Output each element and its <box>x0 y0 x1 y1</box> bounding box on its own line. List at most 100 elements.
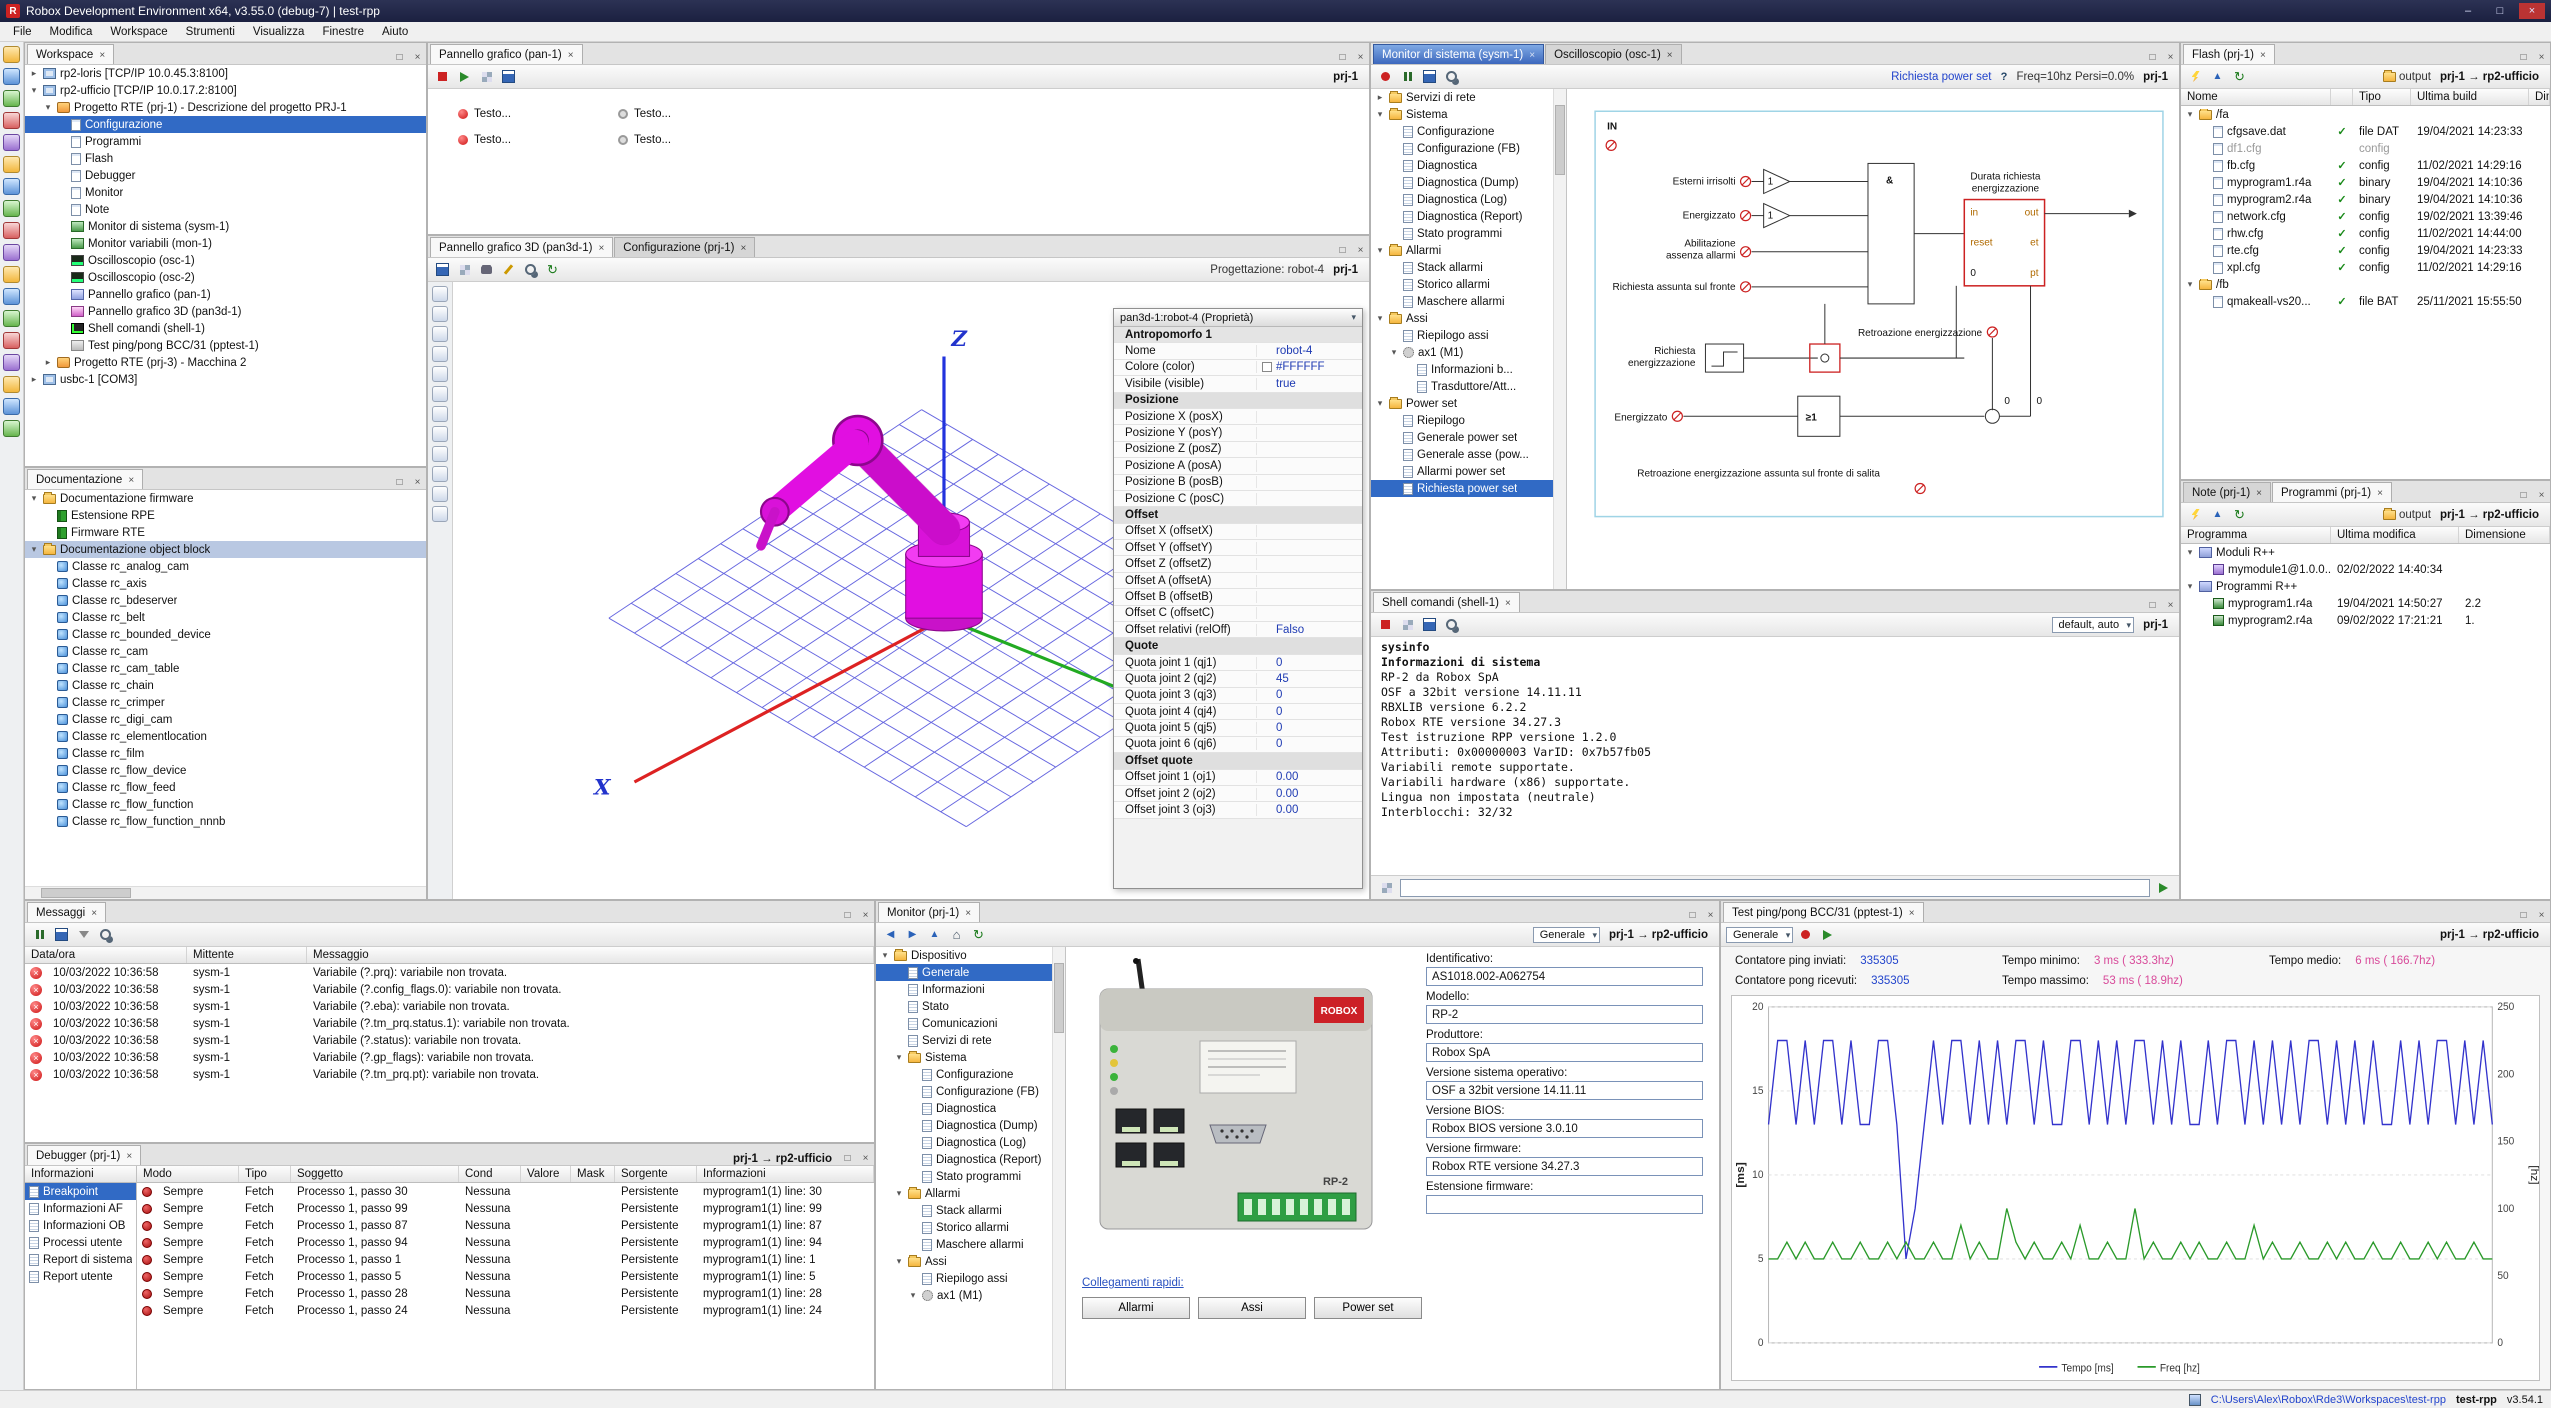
property-value[interactable] <box>1257 461 1362 471</box>
tree-item[interactable]: Informazioni b... <box>1371 361 1566 378</box>
tree-item[interactable]: Test ping/pong BCC/31 (pptest-1) <box>25 337 426 354</box>
tree-item[interactable]: Servizi di rete <box>1371 89 1566 106</box>
tree-item[interactable]: Classe rc_flow_device <box>25 762 426 779</box>
breakpoint-row[interactable]: Sempre Fetch Processo 1, passo 99 Nessun… <box>137 1200 874 1217</box>
tab-monitor[interactable]: Monitor (prj-1) <box>878 902 980 922</box>
flash-row[interactable]: /fb <box>2181 276 2550 293</box>
breakpoint-row[interactable]: Sempre Fetch Processo 1, passo 30 Nessun… <box>137 1183 874 1200</box>
float-icon[interactable] <box>2516 908 2531 922</box>
property-row[interactable]: Posizione C (posC) <box>1114 491 1362 507</box>
tree-item[interactable]: usbc-1 [COM3] <box>25 371 426 388</box>
tab-flash[interactable]: Flash (prj-1) <box>2183 44 2275 64</box>
property-value[interactable] <box>1257 592 1362 602</box>
property-row[interactable]: Offset X (offsetX) <box>1114 524 1362 540</box>
tab-close-icon[interactable] <box>126 1150 132 1162</box>
tool-icon[interactable] <box>3 420 20 437</box>
property-row[interactable]: Offset Y (offsetY) <box>1114 540 1362 556</box>
float-icon[interactable] <box>392 50 407 64</box>
menu-item[interactable]: Finestre <box>313 24 373 40</box>
save-icon[interactable] <box>1420 67 1439 86</box>
tree-item[interactable]: Classe rc_belt <box>25 609 426 626</box>
panel-close-icon[interactable] <box>2534 50 2549 64</box>
message-row[interactable]: 10/03/2022 10:36:58 sysm-1 Variabile (?.… <box>25 1066 874 1083</box>
property-value[interactable] <box>1257 412 1362 422</box>
tree-item[interactable]: Configurazione <box>1371 123 1566 140</box>
tree-item[interactable]: Richiesta power set <box>1371 480 1566 497</box>
flash-row[interactable]: rhw.cfg config 11/02/2021 14:44:00 <box>2181 225 2550 242</box>
panel-close-icon[interactable] <box>858 1151 873 1165</box>
tree-item[interactable]: Stato programmi <box>1371 225 1566 242</box>
record-icon[interactable] <box>1796 925 1815 944</box>
tab-close-icon[interactable] <box>1505 597 1511 609</box>
col-informazioni[interactable]: Informazioni <box>697 1166 874 1182</box>
tree-item[interactable]: Storico allarmi <box>876 1219 1065 1236</box>
flash-row[interactable]: qmakeall-vs20... file BAT 25/11/2021 15:… <box>2181 293 2550 310</box>
up-icon[interactable] <box>925 925 944 944</box>
expander-icon[interactable] <box>29 374 39 385</box>
property-value[interactable]: 0 <box>1257 722 1362 734</box>
tab-programmi[interactable]: Programmi (prj-1) <box>2272 482 2392 502</box>
property-row[interactable]: Quota joint 1 (qj1) 0 <box>1114 655 1362 671</box>
property-row[interactable]: Offset <box>1114 507 1362 523</box>
property-row[interactable]: Offset joint 2 (oj2) 0.00 <box>1114 786 1362 802</box>
vertical-scrollbar[interactable] <box>1052 947 1065 1389</box>
sidebar-item[interactable]: Informazioni OB <box>25 1217 136 1234</box>
flash-row[interactable]: myprogram2.r4a binary 19/04/2021 14:10:3… <box>2181 191 2550 208</box>
tab-close-icon[interactable] <box>1667 49 1673 61</box>
search-icon[interactable] <box>1442 67 1461 86</box>
message-row[interactable]: 10/03/2022 10:36:58 sysm-1 Variabile (?.… <box>25 981 874 998</box>
expander-icon[interactable] <box>1375 313 1385 324</box>
flash-row[interactable]: myprogram1.r4a binary 19/04/2021 14:10:3… <box>2181 174 2550 191</box>
tab-close-icon[interactable] <box>965 907 971 919</box>
sidebar-item[interactable]: Report utente <box>25 1268 136 1285</box>
panel-close-icon[interactable] <box>2163 598 2178 612</box>
tab-close-icon[interactable] <box>568 49 574 61</box>
upload-icon[interactable] <box>2208 505 2227 524</box>
tree-item[interactable]: Riepilogo assi <box>1371 327 1566 344</box>
tree-item[interactable]: Oscilloscopio (osc-2) <box>25 269 426 286</box>
panel-close-icon[interactable] <box>2534 488 2549 502</box>
property-value[interactable] <box>1162 510 1362 520</box>
tree-item[interactable]: Oscilloscopio (osc-1) <box>25 252 426 269</box>
tree-item[interactable]: Allarmi <box>1371 242 1566 259</box>
tree-item[interactable]: Informazioni <box>876 981 1065 998</box>
flash-row[interactable]: xpl.cfg config 11/02/2021 14:29:16 <box>2181 259 2550 276</box>
col-programma[interactable]: Programma <box>2181 527 2331 543</box>
tree-item[interactable]: Flash <box>25 150 426 167</box>
float-icon[interactable] <box>840 908 855 922</box>
grid-icon[interactable] <box>477 67 496 86</box>
tab-shell[interactable]: Shell comandi (shell-1) <box>1373 592 1520 612</box>
col-sorgente[interactable]: Sorgente <box>615 1166 697 1182</box>
property-row[interactable]: Quota joint 4 (qj4) 0 <box>1114 704 1362 720</box>
panel-text-item[interactable]: Testo... <box>458 127 588 153</box>
tree-item[interactable]: Maschere allarmi <box>876 1236 1065 1253</box>
field-value[interactable]: OSF a 32bit versione 14.11.11 <box>1426 1081 1703 1100</box>
col-sender[interactable]: Mittente <box>187 947 307 963</box>
property-value[interactable]: robot-4 <box>1257 345 1362 357</box>
float-icon[interactable] <box>2516 50 2531 64</box>
col-mask[interactable]: Mask <box>571 1166 615 1182</box>
property-row[interactable]: Offset Z (offsetZ) <box>1114 556 1362 572</box>
tree-item[interactable]: Classe rc_bdeserver <box>25 592 426 609</box>
property-value[interactable] <box>1162 641 1362 651</box>
tree-item[interactable]: Documentazione firmware <box>25 490 426 507</box>
tree-item[interactable]: Allarmi power set <box>1371 463 1566 480</box>
save-icon[interactable] <box>499 67 518 86</box>
upload-icon[interactable] <box>2208 67 2227 86</box>
help-icon[interactable] <box>1994 67 2013 86</box>
property-value[interactable] <box>1216 330 1362 340</box>
panel-close-icon[interactable] <box>1353 243 1368 257</box>
stop-icon[interactable] <box>1376 615 1395 634</box>
property-value[interactable]: 0 <box>1257 657 1362 669</box>
quick-link-button[interactable]: Assi <box>1198 1297 1306 1319</box>
tree-item[interactable]: Generale power set <box>1371 429 1566 446</box>
tree-item[interactable]: Debugger <box>25 167 426 184</box>
tree-item[interactable]: Shell comandi (shell-1) <box>25 320 426 337</box>
property-value[interactable]: Falso <box>1257 624 1362 636</box>
panel-close-icon[interactable] <box>858 908 873 922</box>
view-tool-icon[interactable] <box>432 326 448 342</box>
view-select[interactable]: Generale <box>1726 927 1793 943</box>
panel-close-icon[interactable] <box>1353 50 1368 64</box>
close-button[interactable]: × <box>2519 3 2545 19</box>
property-row[interactable]: Offset A (offsetA) <box>1114 573 1362 589</box>
